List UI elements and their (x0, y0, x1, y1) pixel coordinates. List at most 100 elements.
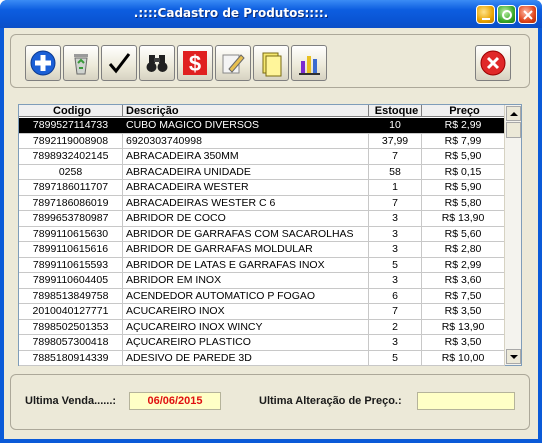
table-row[interactable]: 2010040127771 ACUCAREIRO INOX 7 R$ 3,50 (19, 304, 505, 320)
vertical-scrollbar[interactable] (504, 105, 521, 365)
cell-descricao: ADESIVO DE PAREDE 3D (123, 350, 369, 365)
maximize-button[interactable] (497, 5, 516, 24)
cell-descricao: ABRIDOR DE COCO (123, 211, 369, 226)
cell-preco: R$ 7,50 (422, 288, 505, 303)
cell-codigo: 7899110615616 (19, 242, 123, 257)
table-row[interactable]: 7899110615593 ABRIDOR DE LATAS E GARRAFAS… (19, 257, 505, 273)
info-panel: Ultima Venda......: 06/06/2015 Ultima Al… (10, 374, 530, 430)
cell-estoque: 2 (369, 319, 422, 334)
cell-codigo: 7899110615593 (19, 257, 123, 272)
cell-estoque: 7 (369, 195, 422, 210)
cell-estoque: 58 (369, 164, 422, 179)
table-row[interactable]: 7899653780987 ABRIDOR DE COCO 3 R$ 13,90 (19, 211, 505, 227)
table-row[interactable]: 7898932402145 ABRACADEIRA 350MM 7 R$ 5,90 (19, 149, 505, 165)
cell-estoque: 6 (369, 288, 422, 303)
table-row[interactable]: 7892119008908 6920303740998 37,99 R$ 7,99 (19, 133, 505, 149)
cell-codigo: 7897186086019 (19, 195, 123, 210)
cell-preco: R$ 7,99 (422, 133, 505, 148)
window-title: .::::Cadastro de Produtos::::. (133, 6, 329, 20)
table-row[interactable]: 7898513849758 ACENDEDOR AUTOMATICO P FOGA… (19, 288, 505, 304)
cell-estoque: 1 (369, 180, 422, 195)
ultima-venda-label: Ultima Venda......: (25, 395, 117, 407)
window-client-area: $ Codigo Descrição Estoque Preço 7899527… (4, 28, 538, 439)
add-product-button[interactable] (25, 45, 61, 81)
table-row[interactable]: 7898057300418 AÇUCAREIRO PLASTICO 3 R$ 3,50 (19, 335, 505, 351)
cell-descricao: ACUCAREIRO INOX (123, 304, 369, 319)
delete-product-button[interactable] (63, 45, 99, 81)
exit-button[interactable] (475, 45, 511, 81)
minimize-icon (482, 18, 490, 20)
cell-preco: R$ 3,60 (422, 273, 505, 288)
restore-icon (502, 10, 512, 20)
binoculars-icon (146, 55, 168, 72)
scroll-down-button[interactable] (506, 349, 521, 364)
cell-descricao: ACENDEDOR AUTOMATICO P FOGAO (123, 288, 369, 303)
cell-codigo: 7899527114733 (19, 118, 123, 133)
cell-descricao: 6920303740998 (123, 133, 369, 148)
cell-codigo: 7892119008908 (19, 133, 123, 148)
search-button[interactable] (139, 45, 175, 81)
confirm-button[interactable] (101, 45, 137, 81)
cell-preco: R$ 2,80 (422, 242, 505, 257)
notes-icon (262, 52, 282, 77)
cell-codigo: 7898513849758 (19, 288, 123, 303)
edit-product-button[interactable] (215, 45, 251, 81)
scroll-thumb[interactable] (506, 122, 521, 138)
product-registration-window: .::::Cadastro de Produtos::::. $ Codigo … (0, 0, 542, 443)
cell-descricao: ABRACADEIRA UNIDADE (123, 164, 369, 179)
cell-estoque: 3 (369, 335, 422, 350)
column-header-preco[interactable]: Preço (422, 105, 505, 117)
cell-codigo: 7899110604405 (19, 273, 123, 288)
cell-estoque: 3 (369, 273, 422, 288)
cell-preco: R$ 0,15 (422, 164, 505, 179)
cell-descricao: ABRIDOR EM INOX (123, 273, 369, 288)
table-row[interactable]: 7899527114733 CUBO MAGICO DIVERSOS 10 R$ 2,… (19, 118, 505, 134)
cell-estoque: 37,99 (369, 133, 422, 148)
products-grid[interactable]: Codigo Descrição Estoque Preço 789952711… (18, 104, 522, 366)
table-row[interactable]: 7899110615630 ABRIDOR DE GARRAFAS COM SAC… (19, 226, 505, 242)
table-row[interactable]: 7897186011707 ABRACADEIRA WESTER 1 R$ 5,90 (19, 180, 505, 196)
cell-descricao: ABRIDOR DE LATAS E GARRAFAS INOX (123, 257, 369, 272)
cell-codigo: 7898932402145 (19, 149, 123, 164)
cell-descricao: ABRACADEIRAS WESTER C 6 (123, 195, 369, 210)
cell-preco: R$ 3,50 (422, 304, 505, 319)
notes-button[interactable] (253, 45, 289, 81)
cell-estoque: 5 (369, 350, 422, 365)
cell-estoque: 3 (369, 242, 422, 257)
cell-codigo: 7899110615630 (19, 226, 123, 241)
table-row[interactable]: 7885180914339 ADESIVO DE PAREDE 3D 5 R$ 10,… (19, 350, 505, 366)
toolbar: $ (10, 34, 530, 88)
table-row[interactable]: 7898502501353 AÇUCAREIRO INOX WINCY 2 R$ 13… (19, 319, 505, 335)
close-window-button[interactable] (518, 5, 537, 24)
cell-codigo: 7897186011707 (19, 180, 123, 195)
table-row[interactable]: 7897186086019 ABRACADEIRAS WESTER C 6 7 R$ … (19, 195, 505, 211)
cell-preco: R$ 10,00 (422, 350, 505, 365)
cell-descricao: AÇUCAREIRO PLASTICO (123, 335, 369, 350)
cell-codigo: 0258 (19, 164, 123, 179)
minimize-button[interactable] (476, 5, 495, 24)
title-bar[interactable]: .::::Cadastro de Produtos::::. (0, 0, 542, 28)
cell-estoque: 5 (369, 257, 422, 272)
cell-preco: R$ 13,90 (422, 319, 505, 334)
cell-preco: R$ 5,90 (422, 149, 505, 164)
price-button[interactable]: $ (177, 45, 213, 81)
cell-estoque: 3 (369, 211, 422, 226)
table-row[interactable]: 0258 ABRACADEIRA UNIDADE 58 R$ 0,15 (19, 164, 505, 180)
close-x-icon (480, 50, 506, 76)
grid-rows: 7899527114733 CUBO MAGICO DIVERSOS 10 R$ 2,… (19, 118, 505, 366)
table-row[interactable]: 7899110615616 ABRIDOR DE GARRAFAS MOLDULA… (19, 242, 505, 258)
column-header-descricao[interactable]: Descrição (123, 105, 369, 117)
cell-preco: R$ 2,99 (422, 257, 505, 272)
column-header-estoque[interactable]: Estoque (369, 105, 422, 117)
reports-button[interactable] (291, 45, 327, 81)
cell-descricao: ABRACADEIRA 350MM (123, 149, 369, 164)
scroll-up-button[interactable] (506, 106, 521, 121)
column-header-codigo[interactable]: Codigo (19, 105, 123, 117)
edit-pen-icon (222, 54, 245, 74)
table-row[interactable]: 7899110604405 ABRIDOR EM INOX 3 R$ 3,60 (19, 273, 505, 289)
checkmark-icon (108, 53, 131, 74)
recycle-bin-icon (74, 54, 88, 75)
grid-header: Codigo Descrição Estoque Preço (19, 105, 505, 117)
cell-descricao: CUBO MAGICO DIVERSOS (123, 118, 369, 133)
cell-descricao: ABRACADEIRA WESTER (123, 180, 369, 195)
